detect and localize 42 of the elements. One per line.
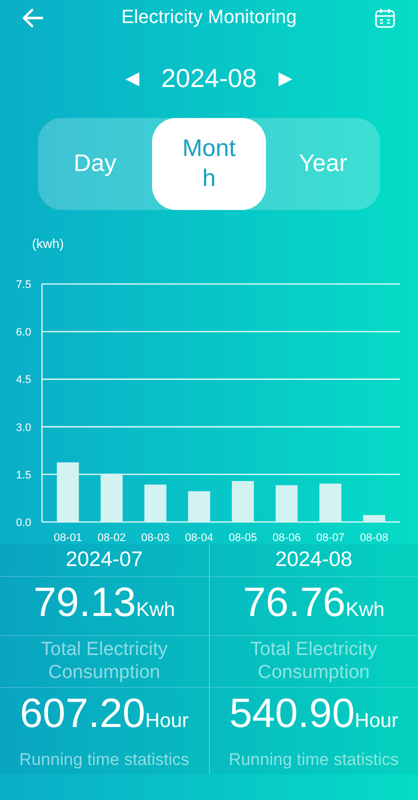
energy-value: 76.76Kwh [242,578,386,627]
period-tab[interactable]: Year [266,118,380,210]
energy-value: 79.13Kwh [32,578,176,627]
bar [363,515,386,522]
y-tick-label: 0.0 [16,517,32,529]
x-tick-label: 08-01 [54,532,82,544]
runtime-value: 540.90Hour [228,689,400,738]
bar [188,491,210,522]
x-tick-label: 08-02 [98,532,126,544]
unit-label: (kwh) [32,236,64,251]
back-button[interactable] [22,8,44,28]
bar [100,474,123,522]
bar [319,484,342,522]
next-button[interactable]: ▶ [272,64,299,92]
x-tick-label: 08-05 [228,532,257,544]
calendar-button[interactable] [374,7,396,29]
runtime-caption: Running time statistics [18,749,190,771]
x-tick-label: 08-07 [316,532,344,544]
runtime-caption: Running time statistics [228,749,400,771]
bar [56,462,79,522]
period-tab[interactable]: Month [152,118,266,210]
energy-caption: Total Electricity Consumption [40,638,169,685]
y-tick-label: 4.5 [16,374,32,386]
x-tick-label: 08-08 [360,532,388,544]
previous-button[interactable]: ◀ [119,64,146,92]
y-tick-label: 7.5 [16,279,32,291]
bar [232,481,254,522]
period-label: 2024-07 [64,547,144,573]
energy-caption: Total Electricity Consumption [249,638,378,685]
period-tab[interactable]: Day [38,118,152,210]
x-tick-label: 08-06 [272,532,301,544]
bar [144,484,166,522]
runtime-value: 607.20Hour [18,689,190,738]
y-tick-label: 3.0 [16,422,32,434]
screen-title: Electricity Monitoring [121,6,297,30]
period-label: 2024-08 [274,547,354,573]
bar [276,485,298,522]
x-tick-label: 08-04 [185,532,214,544]
period-label: 2024-08 [161,62,257,94]
x-tick-label: 08-03 [141,532,170,544]
y-tick-label: 6.0 [16,326,32,339]
y-tick-label: 1.5 [16,469,32,482]
